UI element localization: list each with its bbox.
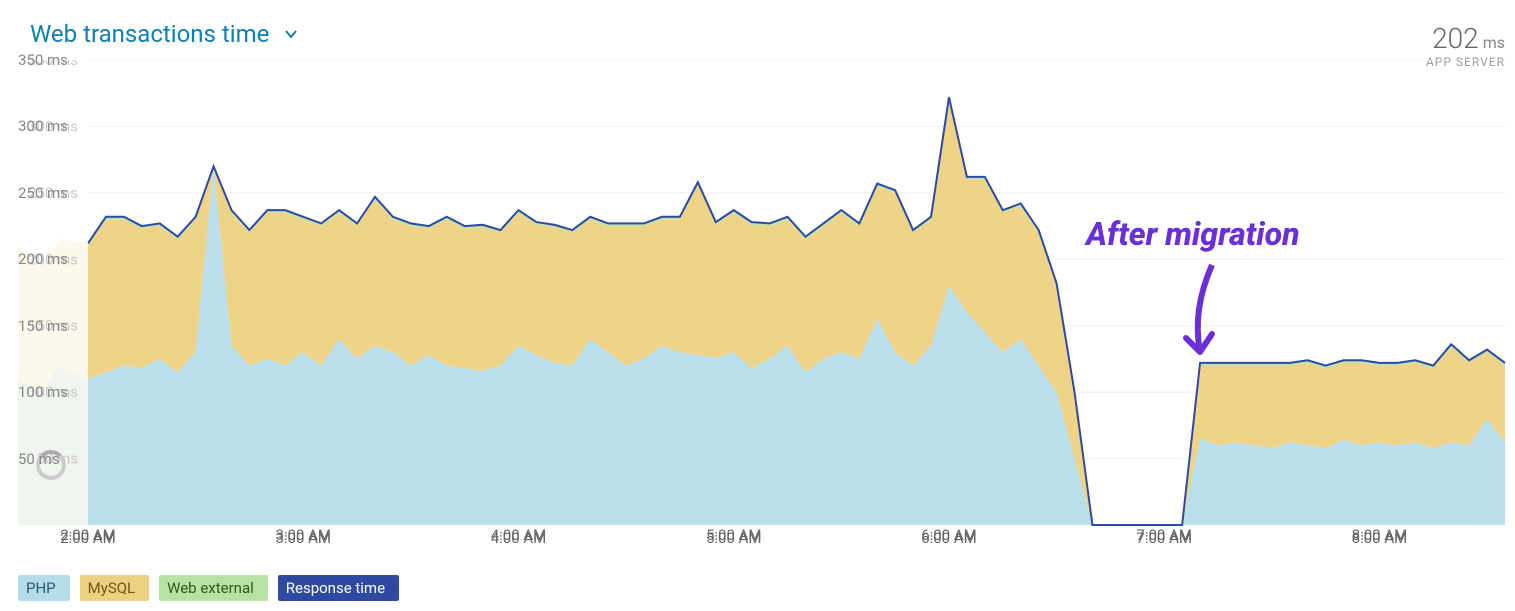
- metric-unit: ms: [1483, 33, 1505, 52]
- metric-value: 202: [1432, 22, 1479, 55]
- x-axis-label: 3:00 AM: [275, 529, 331, 547]
- y-axis-label: 150 ms: [18, 317, 68, 335]
- x-axis-label: 2:00 AM: [60, 529, 116, 547]
- y-axis-label: 100 ms: [18, 383, 68, 401]
- legend-item[interactable]: Response time: [278, 575, 399, 601]
- y-axis-label: 300 ms: [18, 117, 68, 135]
- area-chart-svg: 50 ms100 ms150 ms200 ms250 ms300 ms350 m…: [0, 60, 1515, 540]
- chart-title: Web transactions time: [30, 20, 269, 48]
- x-axis-label: 6:00 AM: [921, 529, 977, 547]
- x-axis-label: 7:00 AM: [1136, 529, 1192, 547]
- y-axis-label: 200 ms: [18, 250, 68, 268]
- chart-legend: PHP MySQL Web external Response time: [18, 575, 399, 601]
- chevron-down-icon: [283, 26, 299, 42]
- legend-item[interactable]: MySQL: [80, 575, 150, 601]
- annotation-arrow-icon: [1172, 260, 1232, 370]
- chart-title-dropdown[interactable]: Web transactions time: [30, 20, 299, 48]
- y-axis-label: 50 ms: [18, 450, 59, 468]
- x-axis-label: 5:00 AM: [706, 529, 762, 547]
- chart-plot-area[interactable]: 50 ms100 ms150 ms200 ms250 ms300 ms350 m…: [0, 60, 1515, 540]
- annotation-text: After migration: [1086, 215, 1300, 253]
- x-axis-label: 8:00 AM: [1352, 529, 1408, 547]
- y-axis-label: 350 ms: [18, 51, 68, 69]
- legend-item[interactable]: PHP: [18, 575, 70, 601]
- y-axis-label: 250 ms: [18, 184, 68, 202]
- legend-item[interactable]: Web external: [159, 575, 268, 601]
- x-axis-label: 4:00 AM: [491, 529, 547, 547]
